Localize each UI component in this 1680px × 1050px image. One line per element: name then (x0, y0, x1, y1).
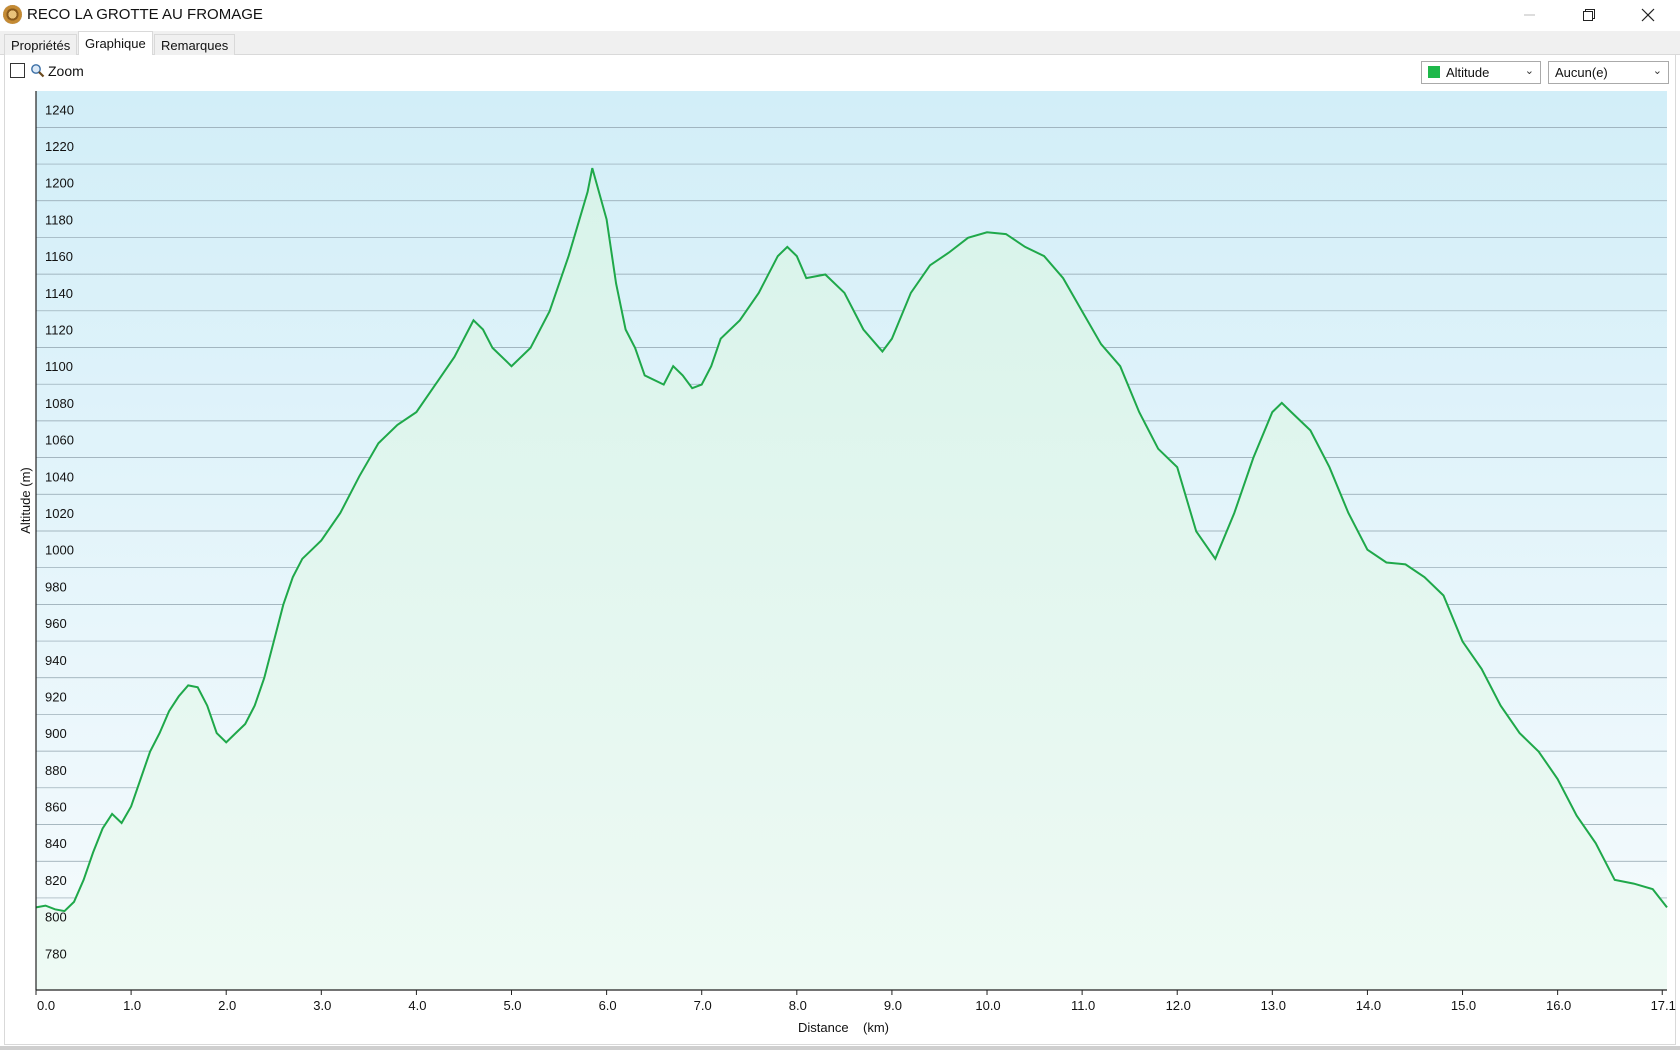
x-axis-label: Distance (km) (798, 1020, 889, 1035)
x-tick-label: 2.0 (218, 998, 236, 1013)
x-tick-label: 6.0 (599, 998, 617, 1013)
altitude-chart[interactable]: 780 800 820 840 860 880 900 920 940 960 980 1000 102… (0, 0, 1680, 1050)
x-tick-label: 15.0 (1451, 998, 1476, 1013)
y-tick-label: 1080 (45, 396, 74, 411)
x-tick-label: 7.0 (694, 998, 712, 1013)
y-tick-label: 900 (45, 726, 67, 741)
y-tick-label: 1120 (45, 323, 73, 338)
y-tick-label: 940 (45, 653, 67, 668)
x-tick-label: 1.0 (123, 998, 141, 1013)
x-tick-label: 10.0 (975, 998, 1000, 1013)
y-tick-label: 1100 (45, 359, 73, 374)
y-tick-label: 840 (45, 836, 67, 851)
y-tick-label: 780 (45, 946, 67, 961)
x-tick-label: 4.0 (408, 998, 426, 1013)
y-tick-label: 1060 (45, 433, 74, 448)
y-tick-label: 1180 (45, 212, 73, 227)
x-tick-label: 17.1 (1651, 998, 1676, 1013)
y-tick-label: 1020 (45, 506, 74, 521)
y-tick-label: 1200 (45, 176, 74, 191)
x-tick-label: 11.0 (1071, 998, 1095, 1013)
y-tick-label: 880 (45, 763, 67, 778)
y-tick-label: 820 (45, 873, 67, 888)
y-tick-label: 1040 (45, 469, 74, 484)
x-tick-label: 12.0 (1166, 998, 1191, 1013)
y-tick-label: 920 (45, 689, 67, 704)
y-axis-label: Altitude (m) (18, 467, 33, 533)
x-tick-label: 3.0 (313, 998, 331, 1013)
status-strip (0, 1046, 1680, 1050)
y-tick-label: 1160 (45, 249, 73, 264)
x-tick-label: 9.0 (884, 998, 902, 1013)
y-tick-label: 980 (45, 579, 67, 594)
app-window: RECO LA GROTTE AU FROMAGE Propriétés Gra… (0, 0, 1680, 1050)
x-tick-label: 13.0 (1261, 998, 1286, 1013)
y-tick-label: 800 (45, 910, 67, 925)
y-tick-label: 1140 (45, 286, 73, 301)
x-tick-labels: 0.0 1.0 2.0 3.0 4.0 5.0 6.0 7.0 8.0 9.0 10.0 11.0 12… (37, 998, 1676, 1013)
y-tick-label: 1000 (45, 543, 74, 558)
y-tick-label: 1220 (45, 139, 74, 154)
x-tick-label: 5.0 (503, 998, 521, 1013)
y-tick-label: 1240 (45, 102, 74, 117)
x-tick-label: 8.0 (789, 998, 807, 1013)
x-tick-label: 16.0 (1546, 998, 1571, 1013)
y-tick-label: 860 (45, 800, 67, 815)
y-tick-label: 960 (45, 616, 67, 631)
x-tick-label: 14.0 (1356, 998, 1381, 1013)
x-tick-label: 0.0 (37, 998, 55, 1013)
